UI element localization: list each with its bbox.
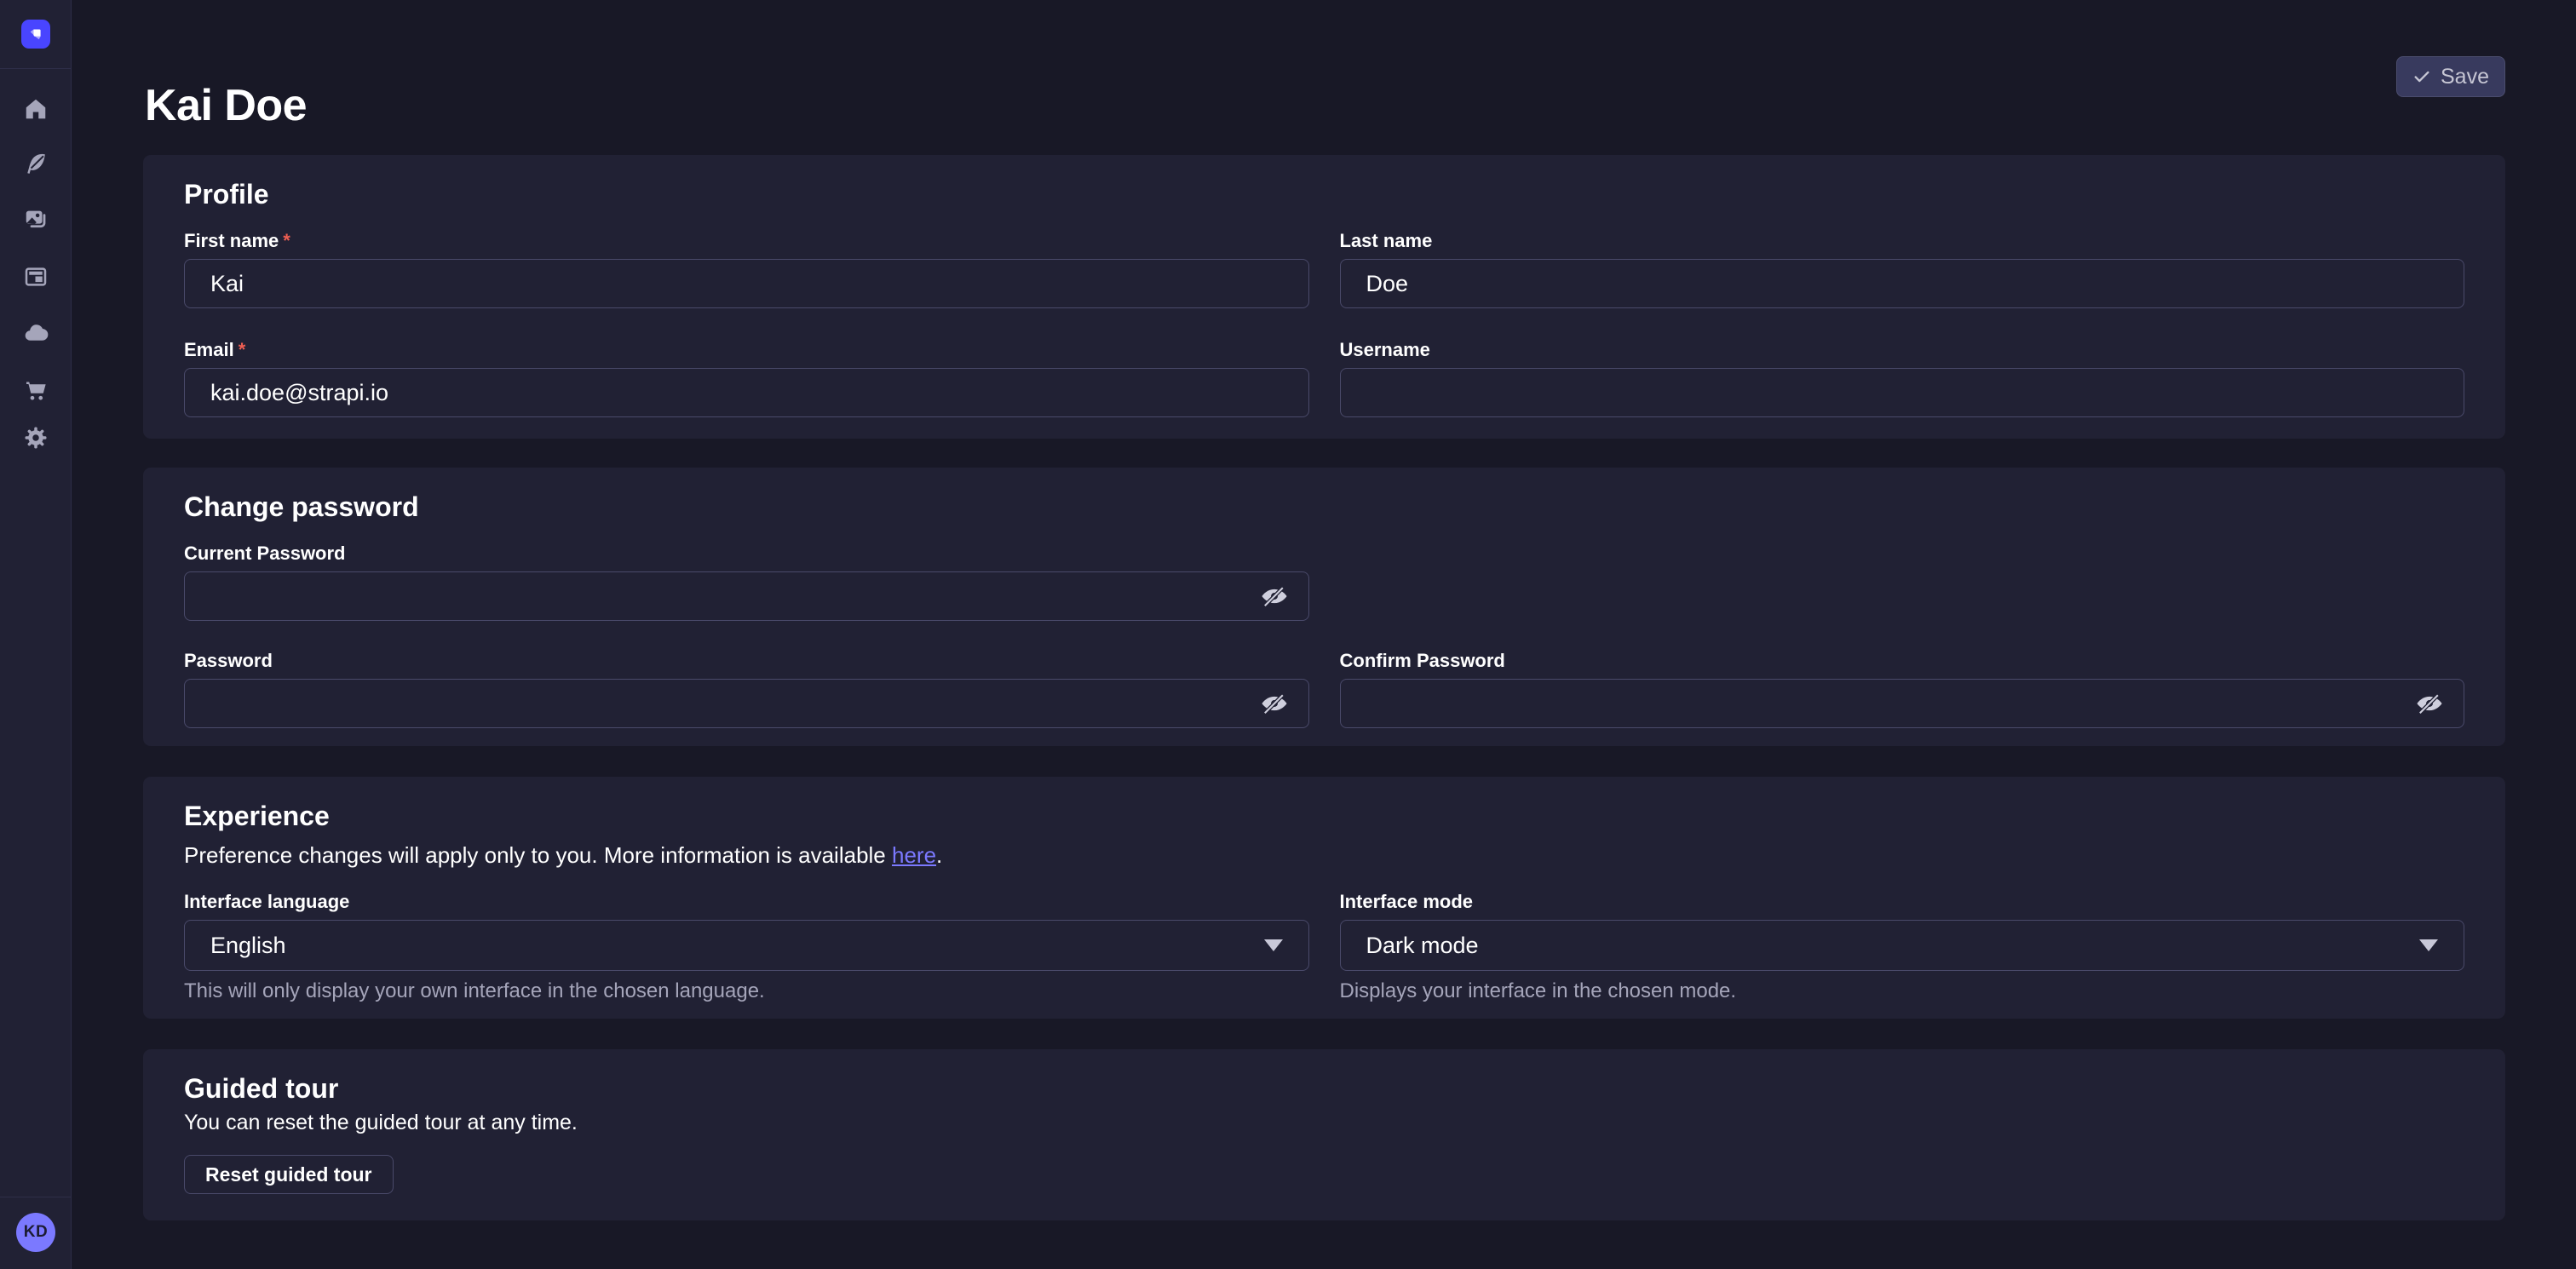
sidebar-item-settings[interactable] <box>0 416 71 460</box>
toggle-current-password-visibility-button[interactable] <box>1256 581 1292 612</box>
new-password-field: Password <box>184 650 1309 728</box>
email-input[interactable] <box>184 368 1309 417</box>
experience-card: Experience Preference changes will apply… <box>143 777 2505 1019</box>
more-information-link[interactable]: here <box>892 842 936 868</box>
user-avatar[interactable]: KD <box>16 1213 55 1252</box>
guided-tour-description: You can reset the guided tour at any tim… <box>184 1111 2464 1134</box>
last-name-field: Last name <box>1340 230 2465 308</box>
eye-off-icon <box>1260 692 1289 715</box>
username-field: Username <box>1340 339 2465 417</box>
sidebar: KD <box>0 0 72 1269</box>
eye-off-icon <box>2415 692 2444 715</box>
toggle-password-visibility-button[interactable] <box>1256 688 1292 719</box>
change-password-card-title: Change password <box>184 491 2464 522</box>
cloud-icon <box>23 320 49 346</box>
profile-settings-page: KD Kai Doe Save Profile First name* Last… <box>0 0 2576 1269</box>
current-password-input[interactable] <box>184 571 1309 621</box>
strapi-logo-icon <box>26 24 46 44</box>
sidebar-item-content-type-builder[interactable] <box>0 255 71 299</box>
interface-language-select[interactable]: English <box>184 920 1309 971</box>
reset-guided-tour-button[interactable]: Reset guided tour <box>184 1155 394 1194</box>
first-name-field: First name* <box>184 230 1309 308</box>
email-field: Email* <box>184 339 1309 417</box>
strapi-logo[interactable] <box>21 20 50 49</box>
eye-off-icon <box>1260 584 1289 608</box>
confirm-password-field: Confirm Password <box>1340 650 2465 728</box>
shopping-cart-icon <box>23 378 49 404</box>
interface-language-label: Interface language <box>184 891 1309 913</box>
interface-mode-value: Dark mode <box>1366 933 1479 959</box>
profile-card: Profile First name* Last name Email* <box>143 155 2505 439</box>
feather-icon <box>23 151 49 176</box>
profile-card-title: Profile <box>184 179 2464 210</box>
sidebar-item-marketplace[interactable] <box>0 369 71 413</box>
current-password-field: Current Password <box>184 543 1309 621</box>
required-mark: * <box>283 230 290 252</box>
guided-tour-card-title: Guided tour <box>184 1073 2464 1104</box>
sidebar-item-home[interactable] <box>0 87 71 131</box>
interface-language-value: English <box>210 933 286 959</box>
current-password-label: Current Password <box>184 543 1309 565</box>
images-icon <box>23 206 49 232</box>
spacer-cell <box>1340 543 2465 621</box>
username-label: Username <box>1340 339 2465 361</box>
sidebar-divider-top <box>0 68 72 69</box>
email-label: Email* <box>184 339 1309 361</box>
guided-tour-card: Guided tour You can reset the guided tou… <box>143 1049 2505 1220</box>
first-name-label: First name* <box>184 230 1309 252</box>
gear-icon <box>23 425 49 451</box>
last-name-input[interactable] <box>1340 259 2465 308</box>
required-mark: * <box>239 339 246 361</box>
layout-icon <box>23 264 49 290</box>
confirm-password-label: Confirm Password <box>1340 650 2465 672</box>
interface-mode-field: Interface mode Dark mode Displays your i… <box>1340 891 2465 1002</box>
password-label: Password <box>184 650 1309 672</box>
interface-mode-label: Interface mode <box>1340 891 2465 913</box>
toggle-confirm-password-visibility-button[interactable] <box>2412 688 2447 719</box>
sidebar-item-content-manager[interactable] <box>0 141 71 186</box>
experience-subtitle: Preference changes will apply only to yo… <box>184 841 2464 869</box>
password-input[interactable] <box>184 679 1309 728</box>
save-button[interactable]: Save <box>2396 56 2505 97</box>
confirm-password-input[interactable] <box>1340 679 2465 728</box>
interface-language-field: Interface language English This will onl… <box>184 891 1309 1002</box>
interface-language-hint: This will only display your own interfac… <box>184 981 1309 1002</box>
page-title: Kai Doe <box>145 83 307 129</box>
first-name-input[interactable] <box>184 259 1309 308</box>
change-password-card: Change password Current Password <box>143 468 2505 746</box>
last-name-label: Last name <box>1340 230 2465 252</box>
save-button-label: Save <box>2441 65 2489 89</box>
check-icon <box>2412 67 2431 86</box>
chevron-down-icon <box>2419 939 2438 951</box>
chevron-down-icon <box>1264 939 1283 951</box>
experience-card-title: Experience <box>184 801 2464 831</box>
home-icon <box>23 96 49 122</box>
username-input[interactable] <box>1340 368 2465 417</box>
sidebar-item-media-library[interactable] <box>0 197 71 241</box>
interface-mode-select[interactable]: Dark mode <box>1340 920 2465 971</box>
interface-mode-hint: Displays your interface in the chosen mo… <box>1340 981 2465 1002</box>
sidebar-item-cloud[interactable] <box>0 311 71 355</box>
